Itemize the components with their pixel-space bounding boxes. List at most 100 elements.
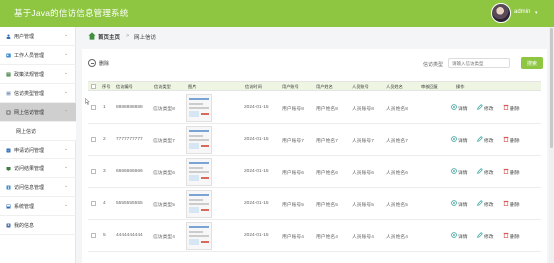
sidebar-item-label: 网上信访管理	[14, 110, 45, 116]
table-row: 3 6666666666 信访类型6 2024-01-15 用户账号6 用户姓名6 人员账号…	[88, 156, 541, 188]
cell-index: 5	[103, 233, 106, 238]
cell-code: 8888888888	[116, 105, 143, 110]
cell-image-thumbnail[interactable]	[186, 158, 212, 186]
view-icon	[451, 136, 457, 142]
delete-label: 删除	[510, 107, 520, 112]
trash-icon	[503, 200, 509, 206]
sidebar-item-apply-management[interactable]: 申请访问管理 ⌄	[0, 140, 76, 159]
cell-staff-name: 人员姓名5	[386, 203, 408, 208]
table-row: 2 7777777777 信访类型7 2024-01-15 用户账号7 用户姓名7 人员账号…	[88, 124, 541, 156]
detail-label: 详情	[458, 107, 468, 112]
cell-code: 6666666666	[116, 169, 143, 174]
header-index: 序号	[102, 84, 111, 89]
edit-label: 修改	[484, 139, 494, 144]
row-checkbox[interactable]	[91, 201, 96, 206]
sidebar-item-label: 我的信息	[14, 223, 35, 229]
table-row: 1 8888888888 信访类型8 2024-01-15 用户账号8 用户姓名8 人员账号…	[88, 92, 541, 124]
cell-user-name: 用户姓名4	[316, 235, 338, 240]
sidebar-item-result-management[interactable]: 访问结果管理 ⌄	[0, 159, 76, 178]
search-button[interactable]: 搜索	[521, 57, 543, 69]
chevron-down-icon: ⌄	[64, 51, 69, 57]
chevron-down-icon: ⌄	[64, 32, 69, 38]
delete-label: 删除	[510, 235, 520, 240]
chevron-up-icon: ⌄	[64, 108, 69, 114]
cell-code: 5555555555	[116, 201, 143, 206]
sidebar-subitem-online-petition[interactable]: 网上信访	[0, 122, 76, 140]
cell-image-thumbnail[interactable]	[186, 222, 212, 250]
delete-label: 删除	[510, 203, 520, 208]
sidebar-item-user-management[interactable]: 用户管理 ⌄	[0, 27, 76, 46]
sidebar-item-type-management[interactable]: 信访类型管理 ⌄	[0, 84, 76, 103]
sidebar-item-label: 系统管理	[14, 204, 35, 210]
sidebar-item-my-info[interactable]: 我的信息	[0, 216, 76, 235]
user-avatar[interactable]	[491, 3, 511, 23]
row-checkbox[interactable]	[91, 233, 96, 238]
sidebar-item-label: 用户管理	[14, 34, 35, 40]
breadcrumb-current: 网上信访	[134, 35, 157, 41]
table-row: 4 5555555555 信访类型5 2024-01-15 用户账号5 用户姓名5 人员账号…	[88, 188, 541, 220]
sidebar-item-label: 访问信息管理	[14, 185, 45, 191]
table-header: 序号 信访编号 信访类型 图片 信访时间 用户账号 用户姓名 人员账号 人员姓名…	[88, 81, 541, 91]
header-user-name: 用户姓名	[316, 84, 333, 89]
info-icon	[6, 185, 11, 190]
cell-image-thumbnail[interactable]	[186, 94, 212, 122]
chevron-down-icon: ⌄	[64, 70, 69, 76]
sidebar-item-system-management[interactable]: 系统管理 ⌄	[0, 197, 76, 216]
header-time: 信访时间	[245, 84, 262, 89]
detail-label: 详情	[458, 203, 468, 208]
breadcrumb-home[interactable]: 首页主页	[98, 33, 120, 41]
home-icon	[88, 32, 96, 40]
row-checkbox[interactable]	[91, 169, 96, 174]
cell-image-thumbnail[interactable]	[186, 126, 212, 154]
sidebar-item-policy-management[interactable]: 政策法规管理 ⌄	[0, 65, 76, 84]
cell-user-account: 用户账号5	[282, 203, 304, 208]
edit-icon	[477, 104, 483, 110]
header-reply: 审核回复	[421, 84, 438, 89]
sidebar-item-label: 政策法规管理	[14, 72, 45, 78]
user-menu-caret-icon[interactable]: ▾	[535, 10, 538, 16]
batch-delete-label: 删除	[99, 61, 110, 67]
edit-label: 修改	[484, 107, 494, 112]
user-name[interactable]: admin	[514, 9, 530, 15]
header-staff-name: 人员姓名	[386, 84, 403, 89]
apply-icon	[6, 148, 11, 153]
view-icon	[451, 104, 457, 110]
cell-type: 信访类型4	[153, 235, 175, 240]
cell-staff-name: 人员姓名8	[386, 107, 408, 112]
top-header: 基于Java的信访信息管理系统 admin ▾	[0, 0, 554, 27]
chevron-down-icon: ⌄	[64, 164, 69, 170]
header-image: 图片	[188, 84, 197, 89]
chevron-down-icon: ⌄	[64, 183, 69, 189]
cell-staff-name: 人员姓名6	[386, 171, 408, 176]
cell-user-account: 用户账号4	[282, 235, 304, 240]
user-icon	[6, 34, 11, 39]
edit-icon	[477, 136, 483, 142]
app-title: 基于Java的信访信息管理系统	[14, 8, 129, 18]
row-checkbox[interactable]	[91, 137, 96, 142]
breadcrumb-separator: >	[126, 33, 130, 39]
trash-icon	[503, 104, 509, 110]
cell-index: 1	[103, 105, 106, 110]
sidebar-item-staff-management[interactable]: 工作人员管理 ⌄	[0, 46, 76, 65]
cell-user-name: 用户姓名5	[316, 203, 338, 208]
select-all-checkbox[interactable]	[91, 84, 96, 89]
cell-type: 信访类型6	[153, 171, 175, 176]
sidebar-subitem-label: 网上信访	[16, 129, 37, 135]
search-input[interactable]	[448, 58, 510, 68]
cell-time: 2024-01-15	[244, 137, 269, 142]
cell-staff-name: 人员姓名7	[386, 139, 408, 144]
scrollbar-thumb[interactable]	[550, 28, 553, 148]
sidebar-item-online-petition-management[interactable]: 网上信访管理 ⌄	[0, 103, 76, 122]
cell-image-thumbnail[interactable]	[186, 190, 212, 218]
detail-label: 详情	[458, 171, 468, 176]
header-code: 信访编号	[116, 84, 133, 89]
cell-staff-account: 人员账号8	[352, 107, 374, 112]
row-checkbox[interactable]	[91, 105, 96, 110]
sidebar-item-label: 工作人员管理	[14, 53, 45, 59]
sidebar-item-info-management[interactable]: 访问信息管理 ⌄	[0, 178, 76, 197]
chevron-down-icon: ⌄	[64, 89, 69, 95]
cell-code: 4444444444	[116, 233, 143, 238]
edit-label: 修改	[484, 235, 494, 240]
cell-index: 2	[103, 137, 106, 142]
staff-icon	[6, 53, 11, 58]
